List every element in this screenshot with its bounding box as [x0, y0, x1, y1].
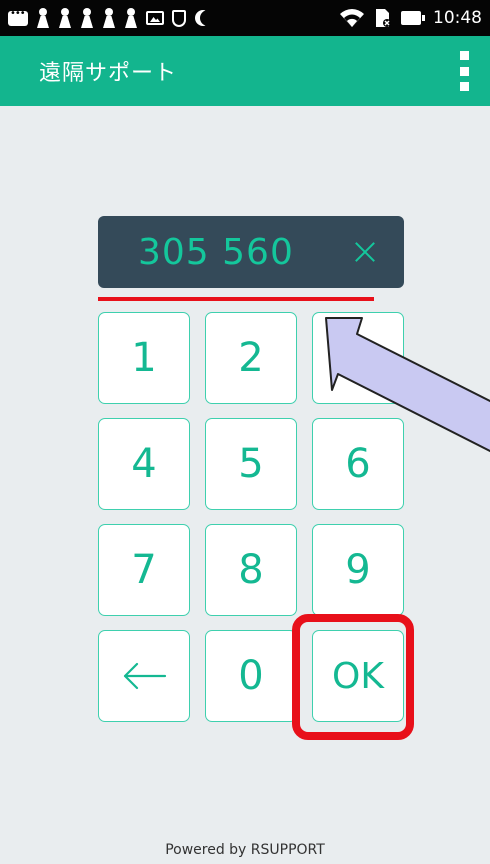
arrow-left-icon — [123, 662, 167, 690]
pawn-icon — [102, 8, 116, 28]
key-7[interactable]: 7 — [98, 524, 190, 616]
pawn-icon — [124, 8, 138, 28]
notification-icons — [8, 8, 339, 28]
keypad: 1 2 3 4 5 6 7 8 9 0 OK — [98, 312, 404, 722]
key-1[interactable]: 1 — [98, 312, 190, 404]
backspace-button[interactable] — [98, 630, 190, 722]
ok-button[interactable]: OK — [312, 630, 404, 722]
code-display: 305 560 — [98, 216, 404, 288]
shield-icon — [172, 9, 186, 27]
key-8[interactable]: 8 — [205, 524, 297, 616]
key-0[interactable]: 0 — [205, 630, 297, 722]
close-icon[interactable] — [350, 237, 380, 267]
app-title: 遠隔サポート — [39, 61, 178, 86]
app-bar: 遠隔サポート — [0, 36, 490, 106]
key-6[interactable]: 6 — [312, 418, 404, 510]
status-bar: 10:48 — [0, 0, 490, 36]
key-9[interactable]: 9 — [312, 524, 404, 616]
pawn-icon — [58, 8, 72, 28]
status-time: 10:48 — [433, 8, 482, 28]
battery-icon — [401, 11, 425, 25]
pawn-icon — [36, 8, 50, 28]
system-icons: 10:48 — [339, 8, 482, 28]
image-icon — [146, 11, 164, 25]
code-value: 305 560 — [138, 231, 294, 273]
key-2[interactable]: 2 — [205, 312, 297, 404]
key-3[interactable]: 3 — [312, 312, 404, 404]
key-4[interactable]: 4 — [98, 418, 190, 510]
sim-icon — [376, 9, 391, 27]
moon-icon — [200, 10, 216, 26]
more-vert-icon[interactable] — [458, 51, 470, 91]
chat-icon — [8, 8, 28, 26]
footer-credit: Powered by RSUPPORT — [165, 842, 325, 858]
pawn-icon — [80, 8, 94, 28]
wifi-icon — [340, 9, 364, 27]
key-5[interactable]: 5 — [205, 418, 297, 510]
annotation-underline — [98, 297, 374, 301]
